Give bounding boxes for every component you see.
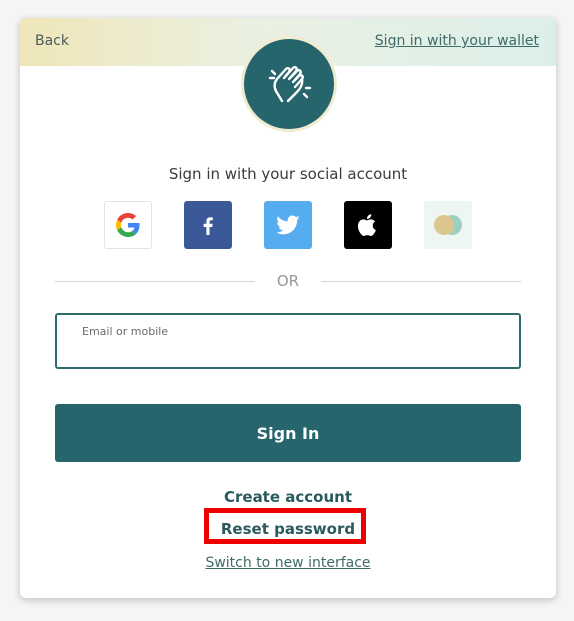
social-buttons <box>104 201 474 249</box>
login-card: Back Sign in with your wallet Sign in wi… <box>20 18 556 598</box>
twitter-signin-button[interactable] <box>264 201 312 249</box>
switch-interface-link[interactable]: Switch to new interface <box>20 555 556 571</box>
wallet-coins-icon <box>434 215 462 235</box>
back-link[interactable]: Back <box>35 33 69 49</box>
clapping-hands-icon <box>268 66 312 103</box>
apple-signin-button[interactable] <box>344 201 392 249</box>
or-divider: OR <box>55 272 521 292</box>
email-field-label: Email or mobile <box>82 325 169 338</box>
google-icon <box>116 213 140 237</box>
reset-password-link[interactable]: Reset password <box>20 520 556 538</box>
logo <box>244 39 334 129</box>
twitter-icon <box>276 215 300 235</box>
create-account-link[interactable]: Create account <box>20 488 556 506</box>
facebook-signin-button[interactable] <box>184 201 232 249</box>
google-signin-button[interactable] <box>104 201 152 249</box>
sign-in-button[interactable]: Sign In <box>55 404 521 462</box>
or-label: OR <box>276 272 300 290</box>
wallet-signin-link[interactable]: Sign in with your wallet <box>375 33 539 49</box>
social-signin-title: Sign in with your social account <box>168 165 408 183</box>
email-field[interactable]: Email or mobile <box>55 313 521 369</box>
apple-icon <box>357 214 376 236</box>
facebook-icon <box>203 217 213 235</box>
wallet-signin-button[interactable] <box>424 201 472 249</box>
email-input[interactable] <box>82 341 506 363</box>
